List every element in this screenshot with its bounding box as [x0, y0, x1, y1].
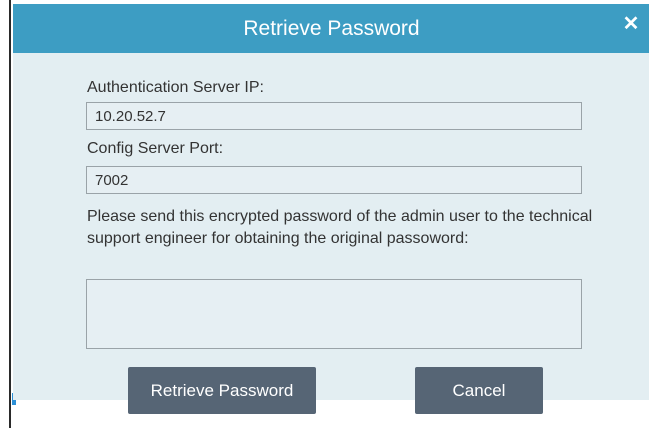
encrypted-password-field[interactable] [86, 279, 582, 349]
config-server-port-label: Config Server Port: [87, 140, 224, 157]
dialog-titlebar: Retrieve Password ✕ [13, 4, 649, 53]
retrieve-password-dialog: Retrieve Password ✕ Authentication Serve… [13, 4, 649, 414]
instruction-text: Please send this encrypted password of t… [87, 208, 593, 247]
cancel-button[interactable]: Cancel [415, 367, 543, 414]
close-icon[interactable]: ✕ [620, 13, 642, 35]
auth-server-ip-input[interactable] [86, 102, 582, 130]
retrieve-password-button[interactable]: Retrieve Password [128, 367, 316, 414]
auth-server-ip-label: Authentication Server IP: [87, 79, 264, 96]
dialog-title: Retrieve Password [243, 17, 420, 40]
left-border [9, 0, 11, 428]
window-frame: Retrieve Password ✕ Authentication Serve… [0, 0, 649, 428]
config-server-port-input[interactable] [86, 166, 582, 194]
